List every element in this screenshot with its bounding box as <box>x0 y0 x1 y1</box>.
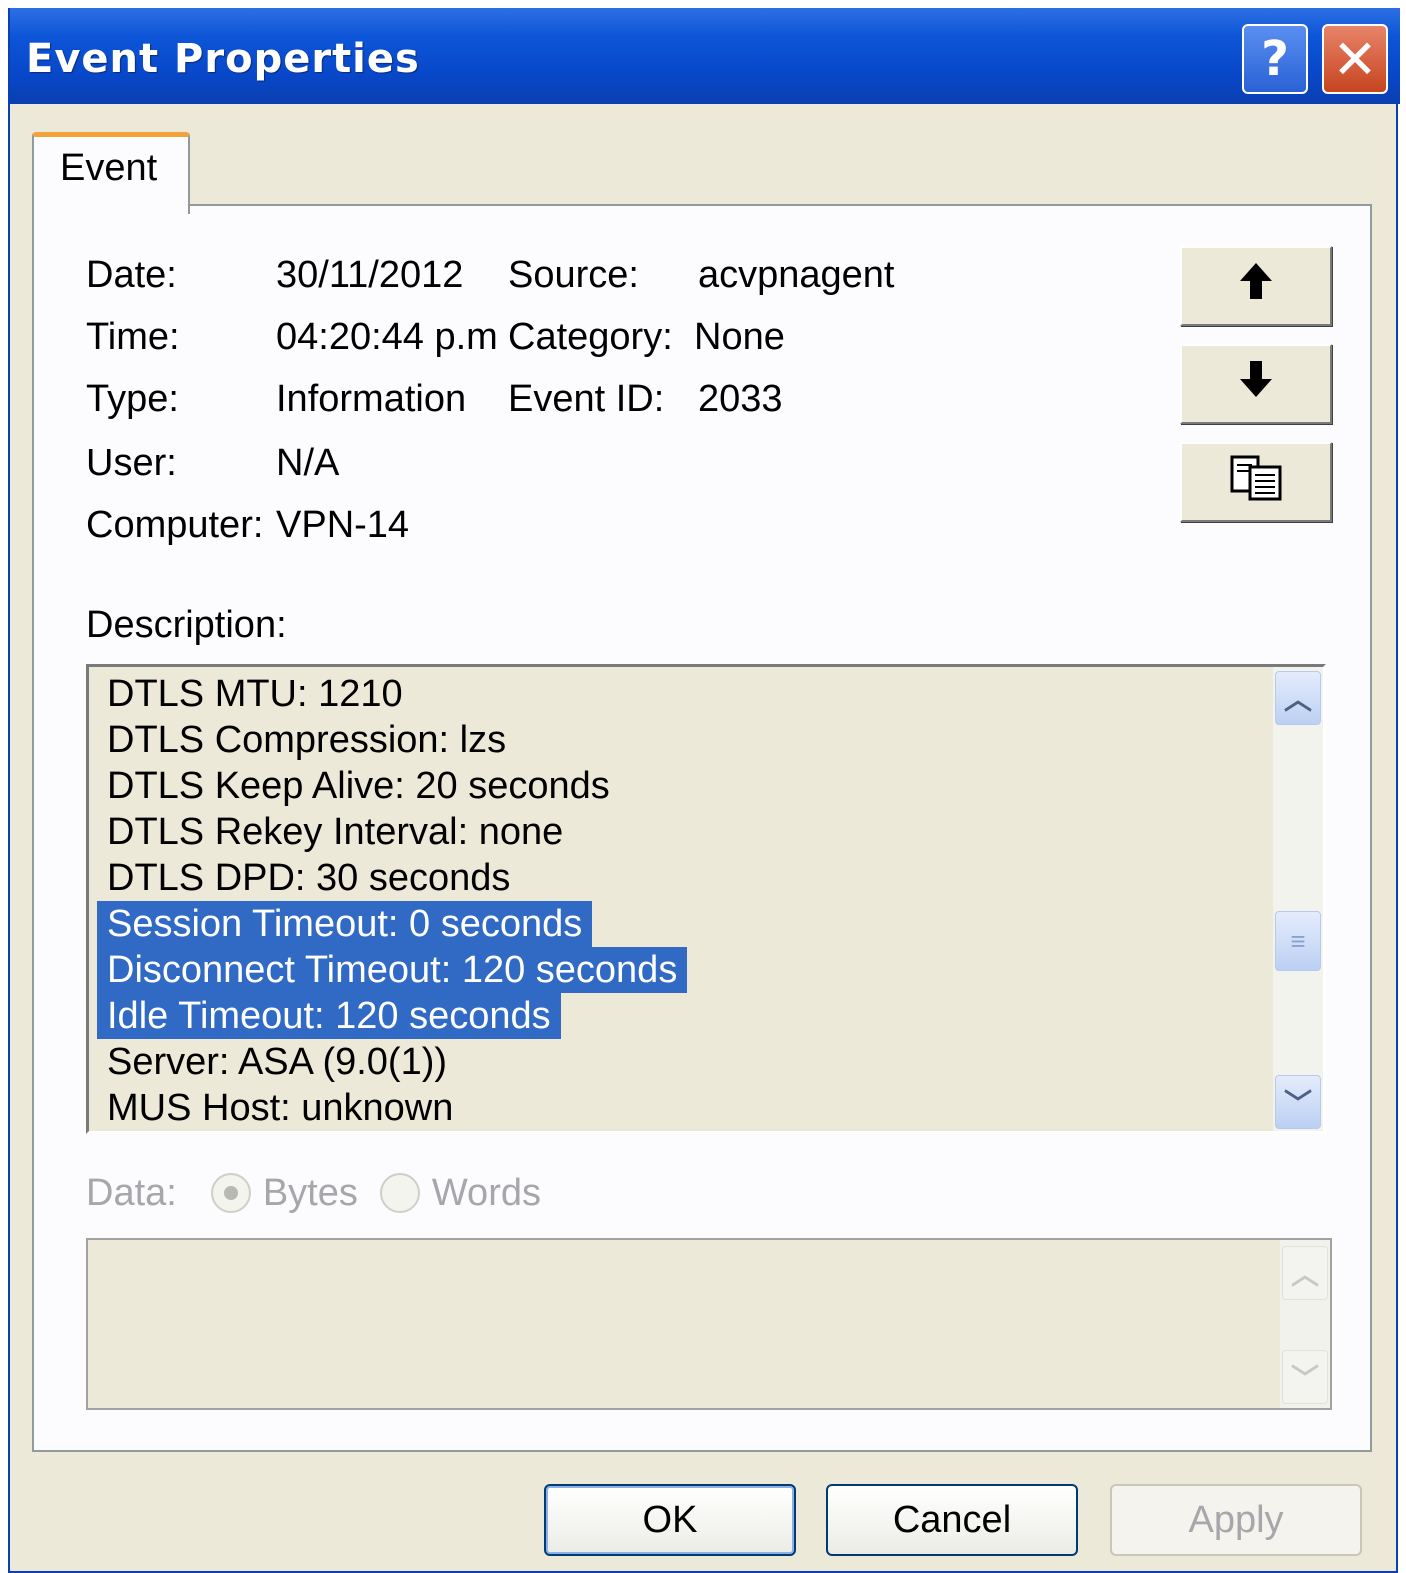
description-line: MUS Host: unknown <box>107 1087 454 1129</box>
description-line-selected: Disconnect Timeout: 120 seconds <box>97 947 688 993</box>
window-title: Event Properties <box>26 36 420 82</box>
data-scroll-down-button[interactable]: ﹀ <box>1282 1350 1328 1404</box>
time-value: 04:20:44 p.m <box>276 316 498 358</box>
help-button[interactable]: ? <box>1242 24 1308 94</box>
description-scrollbar[interactable]: ︿ ≡ ﹀ <box>1273 667 1323 1131</box>
chevron-down-icon: ﹀ <box>1290 1363 1319 1394</box>
description-line-selected: Idle Timeout: 120 seconds <box>97 993 561 1039</box>
description-textbox[interactable]: DTLS MTU: 1210 DTLS Compression: lzs DTL… <box>86 664 1326 1134</box>
category-label: Category: <box>508 316 673 358</box>
event-tab-panel: Date: 30/11/2012 Time: 04:20:44 p.m Type… <box>32 204 1372 1452</box>
previous-event-button[interactable] <box>1180 246 1332 326</box>
event-id-value: 2033 <box>698 378 783 420</box>
source-label: Source: <box>508 254 639 296</box>
description-line: DTLS Rekey Interval: none <box>107 811 564 853</box>
description-line-selected: Session Timeout: 0 seconds <box>97 901 593 947</box>
description-label: Description: <box>86 604 287 646</box>
category-value: None <box>694 316 785 358</box>
tab-event[interactable]: Event <box>32 132 190 214</box>
type-label: Type: <box>86 378 179 420</box>
description-line: DTLS Compression: lzs <box>107 719 507 761</box>
computer-label: Computer: <box>86 504 264 546</box>
arrow-down-icon <box>1238 359 1274 410</box>
copy-event-button[interactable] <box>1180 442 1332 522</box>
chevron-up-icon: ︿ <box>1283 684 1312 715</box>
words-radio[interactable] <box>379 1173 420 1213</box>
time-label: Time: <box>86 316 180 358</box>
bytes-radio-label: Bytes <box>262 1171 358 1214</box>
close-button[interactable]: ✕ <box>1322 24 1388 94</box>
data-textbox[interactable]: ︿ ﹀ <box>86 1238 1332 1410</box>
scroll-thumb[interactable]: ≡ <box>1275 911 1321 971</box>
computer-value: VPN-14 <box>276 504 410 546</box>
type-value: Information <box>276 378 467 420</box>
arrow-up-icon <box>1238 261 1274 312</box>
data-scroll-up-button[interactable]: ︿ <box>1282 1246 1328 1300</box>
event-id-label: Event ID: <box>508 378 665 420</box>
description-line: DTLS DPD: 30 seconds <box>107 857 511 899</box>
cancel-button[interactable]: Cancel <box>826 1484 1078 1556</box>
data-scrollbar[interactable]: ︿ ﹀ <box>1280 1240 1330 1408</box>
bytes-radio[interactable] <box>210 1173 251 1213</box>
grip-icon: ≡ <box>1290 925 1306 956</box>
description-line: DTLS MTU: 1210 <box>107 673 403 715</box>
date-label: Date: <box>86 254 177 296</box>
tab-event-label: Event <box>60 147 158 189</box>
data-label: Data: <box>86 1171 177 1214</box>
next-event-button[interactable] <box>1180 344 1332 424</box>
scroll-down-button[interactable]: ﹀ <box>1275 1075 1321 1129</box>
words-radio-label: Words <box>431 1171 541 1214</box>
source-value: acvpnagent <box>698 254 895 296</box>
chevron-down-icon: ﹀ <box>1283 1088 1312 1119</box>
scroll-up-button[interactable]: ︿ <box>1275 671 1321 725</box>
apply-button[interactable]: Apply <box>1110 1484 1362 1556</box>
data-format-row: Data: Bytes Words <box>86 1166 541 1220</box>
description-line: Server: ASA (9.0(1)) <box>107 1041 448 1083</box>
ok-button[interactable]: OK <box>544 1484 796 1556</box>
user-label: User: <box>86 442 177 484</box>
title-bar[interactable]: Event Properties ? ✕ <box>10 8 1400 104</box>
event-properties-dialog: Event Properties ? ✕ Event Date: 30/11/2… <box>8 8 1400 1573</box>
chevron-up-icon: ︿ <box>1290 1259 1319 1290</box>
description-line: DTLS Keep Alive: 20 seconds <box>107 765 610 807</box>
date-value: 30/11/2012 <box>276 254 464 296</box>
user-value: N/A <box>276 442 340 484</box>
copy-icon <box>1228 453 1284 512</box>
